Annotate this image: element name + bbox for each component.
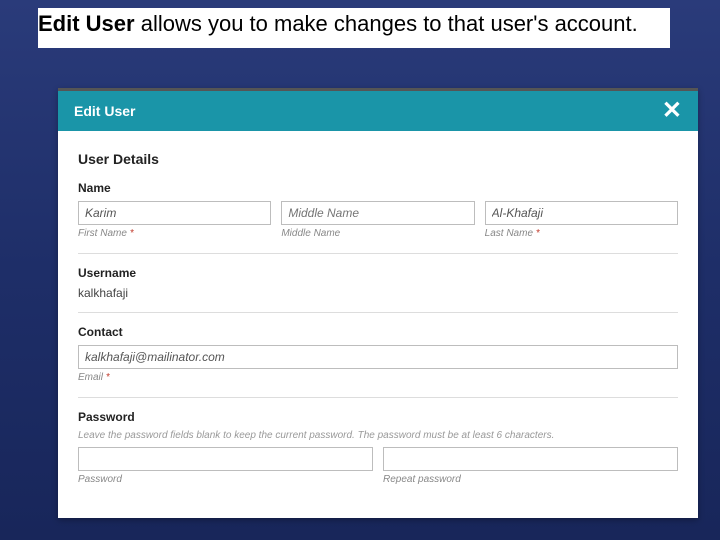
username-block: Username kalkhafaji — [78, 266, 678, 313]
first-name-label: First Name * — [78, 228, 271, 239]
password-input[interactable] — [78, 447, 373, 471]
repeat-password-input[interactable] — [383, 447, 678, 471]
password-field: Password — [78, 447, 373, 485]
password-help-text: Leave the password fields blank to keep … — [78, 430, 678, 441]
middle-name-field: Middle Name — [281, 201, 474, 239]
modal-body: User Details Name First Name * Middle Na… — [58, 131, 698, 505]
password-group-label: Password — [78, 410, 678, 424]
password-field-row: Password Repeat password — [78, 447, 678, 485]
slide-caption: Edit User allows you to make changes to … — [38, 8, 670, 48]
modal-title: Edit User — [74, 103, 135, 119]
divider — [78, 397, 678, 398]
contact-block: Contact Email * — [78, 325, 678, 383]
last-name-label: Last Name * — [485, 228, 678, 239]
slide: Edit User allows you to make changes to … — [0, 0, 720, 540]
username-value: kalkhafaji — [78, 286, 678, 300]
first-name-input[interactable] — [78, 201, 271, 225]
password-label: Password — [78, 474, 373, 485]
username-group-label: Username — [78, 266, 678, 280]
divider — [78, 253, 678, 254]
contact-field-row: Email * — [78, 345, 678, 383]
last-name-input[interactable] — [485, 201, 678, 225]
email-input[interactable] — [78, 345, 678, 369]
repeat-password-label: Repeat password — [383, 474, 678, 485]
last-name-field: Last Name * — [485, 201, 678, 239]
first-name-field: First Name * — [78, 201, 271, 239]
close-icon[interactable]: ✕ — [662, 99, 682, 123]
caption-rest: allows you to make changes to that user'… — [135, 11, 638, 36]
middle-name-label: Middle Name — [281, 228, 474, 239]
modal-header: Edit User ✕ — [58, 88, 698, 131]
password-block: Password Leave the password fields blank… — [78, 410, 678, 485]
name-field-row: First Name * Middle Name Last Name * — [78, 201, 678, 239]
middle-name-input[interactable] — [281, 201, 474, 225]
name-group-label: Name — [78, 181, 678, 195]
contact-group-label: Contact — [78, 325, 678, 339]
section-title-user-details: User Details — [78, 151, 678, 167]
repeat-password-field: Repeat password — [383, 447, 678, 485]
edit-user-modal: Edit User ✕ User Details Name First Name… — [58, 88, 698, 518]
email-label: Email * — [78, 372, 678, 383]
email-field: Email * — [78, 345, 678, 383]
name-block: Name First Name * Middle Name — [78, 181, 678, 239]
caption-bold: Edit User — [38, 11, 135, 36]
